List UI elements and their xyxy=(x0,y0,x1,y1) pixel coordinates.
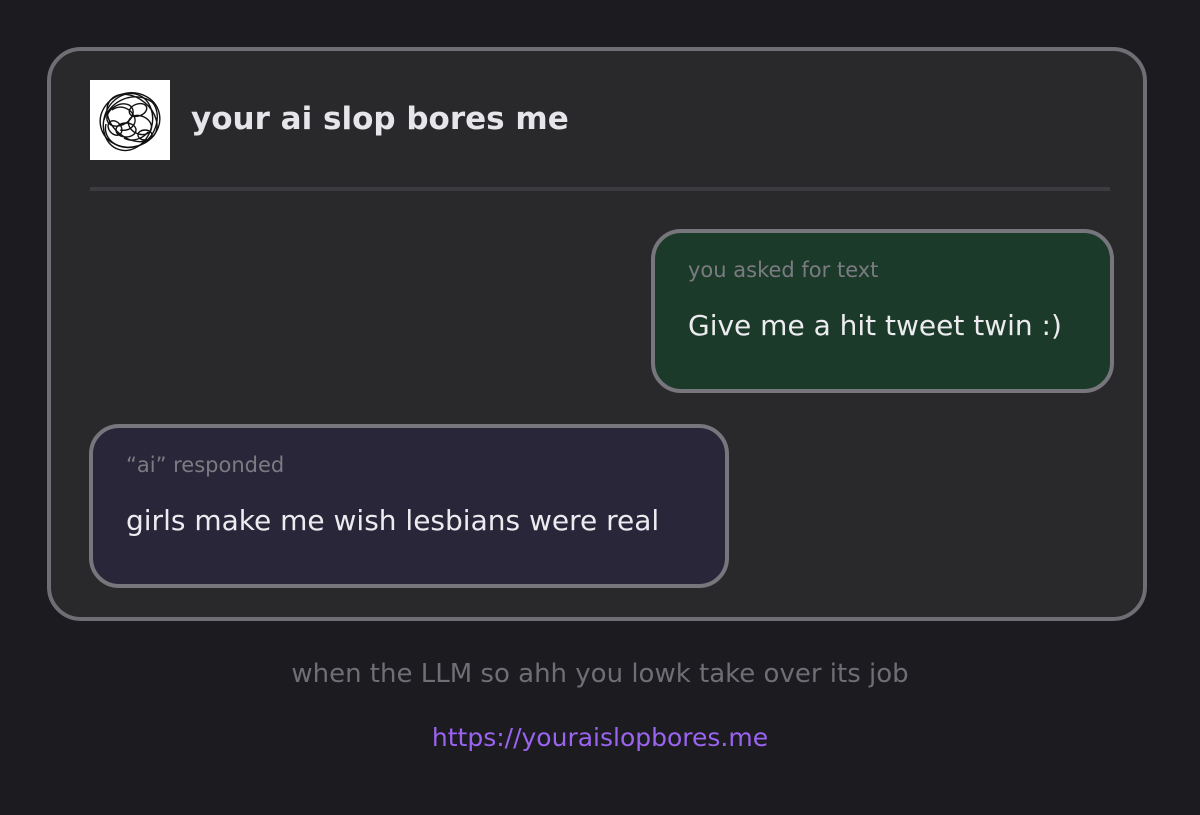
website-link[interactable]: https://youraislopbores.me xyxy=(0,721,1200,755)
ai-message-bubble: “ai” responded girls make me wish lesbia… xyxy=(89,424,729,588)
user-message-text: Give me a hit tweet twin :) xyxy=(688,309,1062,342)
header-divider xyxy=(90,187,1110,191)
page-title: your ai slop bores me xyxy=(191,101,569,137)
scribble-ball-icon-svg xyxy=(99,92,161,152)
user-message-bubble: you asked for text Give me a hit tweet t… xyxy=(651,229,1114,393)
caption-text: when the LLM so ahh you lowk take over i… xyxy=(291,659,909,689)
ai-message-label: “ai” responded xyxy=(126,453,285,477)
scribble-ball-icon xyxy=(90,80,170,160)
chat-card: your ai slop bores me you asked for text… xyxy=(47,47,1147,621)
user-message-label: you asked for text xyxy=(688,258,879,282)
ai-message-text: girls make me wish lesbians were real xyxy=(126,504,660,537)
